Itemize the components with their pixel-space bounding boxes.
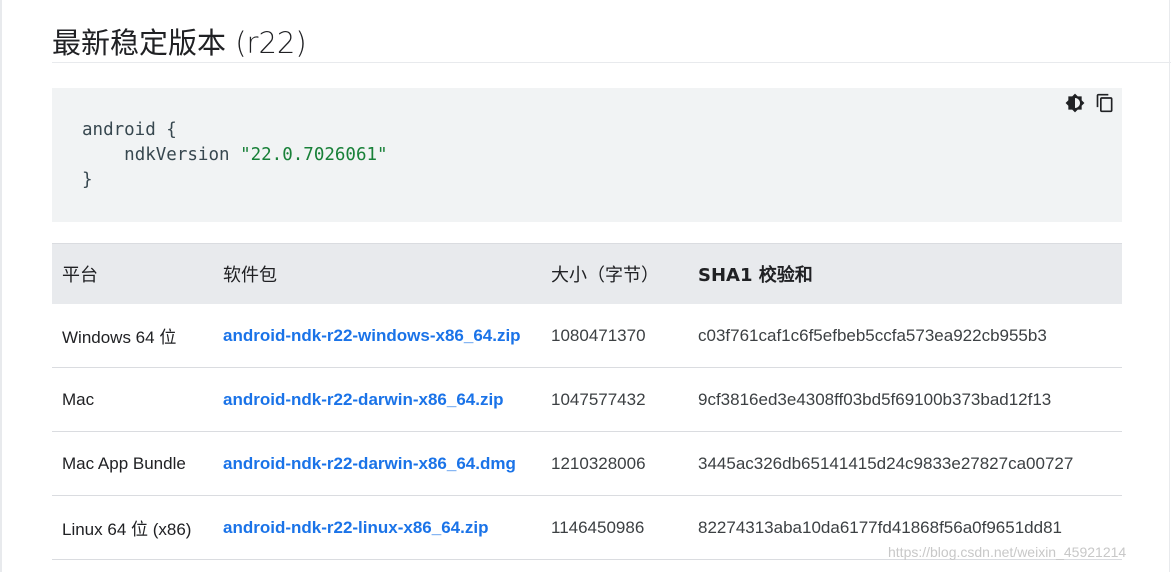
watermark: https://blog.csdn.net/weixin_45921214 (888, 544, 1127, 560)
table-row: Mac android-ndk-r22-darwin-x86_64.zip 10… (52, 367, 1122, 432)
code-toolbar (1064, 92, 1116, 114)
row-sha1: 3445ac326db65141415d24c9833e27827ca00727 (688, 431, 1122, 496)
code-line-3: } (82, 170, 93, 190)
downloads-table: 平台 软件包 大小（字节） SHA1 校验和 Windows 64 位 andr… (52, 243, 1122, 560)
table-row: Windows 64 位 android-ndk-r22-windows-x86… (52, 304, 1122, 368)
row-size: 1080471370 (541, 304, 688, 368)
table-row: Mac App Bundle android-ndk-r22-darwin-x8… (52, 431, 1122, 496)
row-size: 1210328006 (541, 431, 688, 496)
row-size: 1146450986 (541, 495, 688, 560)
header-package: 软件包 (213, 243, 541, 304)
copy-icon[interactable] (1094, 92, 1116, 114)
right-border (1169, 0, 1170, 572)
row-platform: Windows 64 位 (52, 304, 213, 368)
package-download-link[interactable]: android-ndk-r22-darwin-x86_64.dmg (223, 454, 516, 473)
header-platform: 平台 (52, 243, 213, 304)
row-sha1: c03f761caf1c6f5efbeb5ccfa573ea922cb955b3 (688, 304, 1122, 368)
code-snippet: android { ndkVersion "22.0.7026061" } (82, 118, 388, 193)
code-string: "22.0.7026061" (240, 145, 388, 165)
row-platform: Mac (52, 367, 213, 432)
package-download-link[interactable]: android-ndk-r22-windows-x86_64.zip (223, 326, 521, 345)
package-download-link[interactable]: android-ndk-r22-linux-x86_64.zip (223, 518, 488, 537)
row-sha1: 9cf3816ed3e4308ff03bd5f69100b373bad12f13 (688, 367, 1122, 432)
header-size: 大小（字节） (541, 243, 688, 304)
row-platform: Mac App Bundle (52, 431, 213, 496)
table-header-row: 平台 软件包 大小（字节） SHA1 校验和 (52, 243, 1122, 304)
left-border (0, 0, 2, 572)
section-title: 最新稳定版本 (r22) (52, 26, 307, 60)
title-divider (52, 62, 1171, 63)
row-size: 1047577432 (541, 367, 688, 432)
code-line-1: android { (82, 120, 177, 140)
code-key: ndkVersion (124, 145, 241, 165)
row-platform: Linux 64 位 (x86) (52, 495, 213, 560)
dark-theme-icon[interactable] (1064, 92, 1086, 114)
package-download-link[interactable]: android-ndk-r22-darwin-x86_64.zip (223, 390, 504, 409)
code-block: android { ndkVersion "22.0.7026061" } (52, 88, 1122, 222)
header-sha1: SHA1 校验和 (688, 243, 1122, 304)
